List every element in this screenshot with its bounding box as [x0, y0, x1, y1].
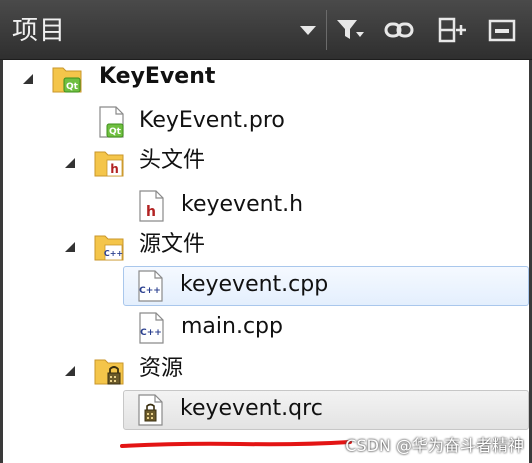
tree-item-label: main.cpp — [181, 314, 283, 339]
tree-item-label: KeyEvent — [99, 64, 216, 89]
red-underline-annotation — [120, 440, 352, 448]
tree-item-headers-folder[interactable]: h 头文件 — [3, 144, 532, 185]
dropdown-icon[interactable] — [294, 14, 326, 46]
qrc-file-icon — [138, 394, 163, 426]
svg-text:Qt: Qt — [109, 127, 122, 137]
tree-item-resources-folder[interactable]: 资源 — [3, 352, 532, 393]
tree-item-label: keyevent.qrc — [180, 396, 323, 421]
tree-item-source-file-selected[interactable]: C++ keyevent.cpp — [123, 266, 529, 306]
source-folder-icon: C++ — [94, 235, 124, 261]
svg-text:C++: C++ — [139, 286, 161, 296]
expand-arrow-icon[interactable] — [63, 240, 77, 254]
qt-pro-file-icon: Qt — [99, 106, 124, 138]
tree-item-resource-file[interactable]: keyevent.qrc — [123, 390, 529, 430]
svg-text:Qt: Qt — [66, 82, 79, 92]
tree-item-label: keyevent.h — [181, 192, 304, 217]
toolbar-separator — [326, 10, 327, 50]
close-panel-icon[interactable] — [486, 14, 518, 46]
tree-item-label: 头文件 — [139, 148, 206, 173]
header-file-icon: h — [139, 190, 164, 222]
tree-item-pro-file[interactable]: Qt KeyEvent.pro — [3, 102, 532, 143]
cpp-file-icon: C++ — [138, 270, 163, 302]
svg-text:C++: C++ — [104, 249, 123, 258]
project-panel-header: 项目 — [0, 0, 532, 60]
project-tree: Qt KeyEvent Qt KeyEvent.pro h 头文件 h keye… — [0, 60, 532, 463]
svg-text:C++: C++ — [140, 328, 162, 338]
tree-item-header-file[interactable]: h keyevent.h — [3, 186, 532, 227]
svg-text:h: h — [146, 204, 156, 220]
header-folder-icon: h — [94, 151, 124, 177]
tree-item-source-file[interactable]: C++ main.cpp — [3, 308, 532, 349]
tree-item-project[interactable]: Qt KeyEvent — [3, 60, 532, 101]
tree-item-label: keyevent.cpp — [180, 272, 329, 297]
filter-icon[interactable] — [334, 14, 366, 46]
svg-text:h: h — [110, 162, 119, 176]
expand-arrow-icon[interactable] — [21, 72, 35, 86]
resource-folder-icon — [94, 359, 124, 385]
link-icon[interactable] — [383, 14, 415, 46]
split-add-icon[interactable] — [436, 14, 468, 46]
tree-item-label: 资源 — [139, 356, 184, 381]
tree-item-label: 源文件 — [139, 232, 206, 257]
watermark: CSDN @华为奋斗者精神 — [345, 436, 524, 455]
panel-title: 项目 — [12, 16, 67, 46]
qt-folder-icon: Qt — [52, 67, 82, 93]
tree-item-label: KeyEvent.pro — [139, 108, 285, 133]
expand-arrow-icon[interactable] — [63, 156, 77, 170]
expand-arrow-icon[interactable] — [63, 364, 77, 378]
cpp-file-icon: C++ — [139, 312, 164, 344]
tree-item-sources-folder[interactable]: C++ 源文件 — [3, 228, 532, 269]
